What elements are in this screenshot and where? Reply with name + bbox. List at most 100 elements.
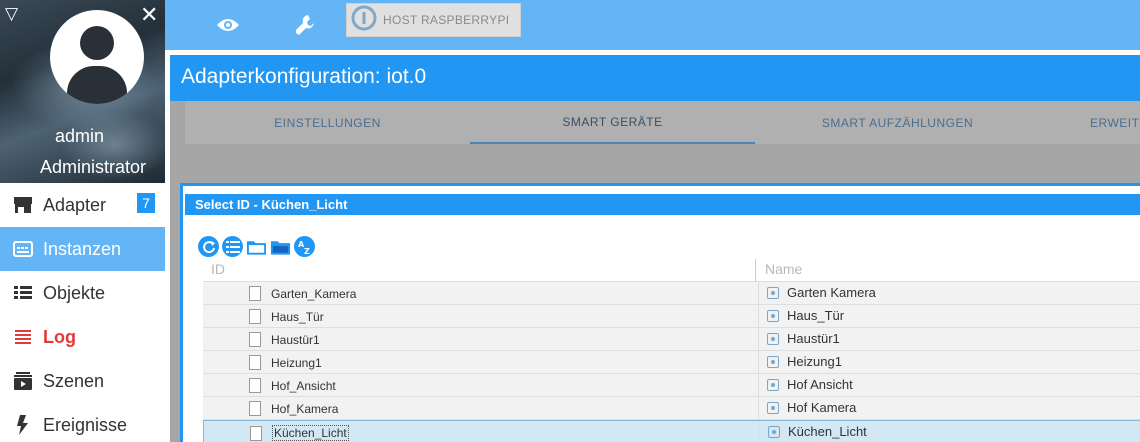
sidebar-item-label: Ereignisse: [43, 414, 128, 435]
file-icon: [249, 332, 261, 347]
row-divider: [758, 397, 759, 419]
svg-text:Z: Z: [304, 247, 310, 255]
file-icon: [249, 401, 261, 416]
row-name: Küchen_Licht: [788, 424, 867, 439]
lightning-icon: [12, 415, 34, 435]
list-icon: [12, 285, 34, 301]
row-name: Hof Kamera: [787, 400, 857, 415]
tab-smart-geraete[interactable]: SMART GERÄTE: [470, 101, 755, 144]
name-cell: Küchen_Licht: [768, 424, 867, 439]
file-icon: [249, 355, 261, 370]
sidebar-item-objekte[interactable]: Objekte: [0, 271, 165, 315]
row-name: Heizung1: [787, 354, 842, 369]
folder-icon[interactable]: [246, 236, 267, 257]
avatar-body: [67, 66, 127, 104]
state-icon: [767, 355, 779, 368]
file-icon: [249, 378, 261, 393]
top-bar: HOST RASPBERRYPI: [165, 0, 1140, 50]
sidebar-nav: Adapter 7 Instanzen Objekte Log Szenen E…: [0, 183, 165, 442]
grid-header: ID Name: [203, 259, 1140, 282]
host-button[interactable]: HOST RASPBERRYPI: [346, 3, 521, 37]
eye-icon[interactable]: [211, 8, 245, 42]
file-icon: [249, 309, 261, 324]
state-icon: [767, 309, 779, 322]
object-tree: Garten_Kamera Garten Kamera Haus_Tür Hau…: [203, 282, 1140, 442]
close-icon[interactable]: ✕: [140, 2, 158, 28]
sidebar-item-ereignisse[interactable]: Ereignisse: [0, 403, 165, 442]
row-name: Haus_Tür: [787, 308, 845, 323]
table-row[interactable]: Haustür1 Haustür1: [203, 328, 1140, 351]
avatar: [50, 10, 144, 104]
id-cell: Haus_Tür: [249, 309, 324, 324]
id-cell: Heizung1: [249, 355, 322, 370]
tab-bar: EINSTELLUNGEN SMART GERÄTE SMART AUFZÄHL…: [185, 101, 1140, 144]
id-cell: Hof_Ansicht: [249, 378, 336, 393]
row-divider: [758, 351, 759, 373]
state-icon: [767, 401, 779, 414]
table-row[interactable]: Haus_Tür Haus_Tür: [203, 305, 1140, 328]
list-view-icon[interactable]: [222, 236, 243, 257]
iobroker-logo-icon: [351, 5, 377, 36]
file-icon: [249, 286, 261, 301]
row-id: Haustür1: [271, 332, 320, 347]
menu-toggle-icon[interactable]: ▽: [5, 4, 18, 24]
row-id: Heizung1: [271, 355, 322, 370]
id-cell: Hof_Kamera: [249, 401, 339, 416]
sidebar-item-label: Adapter: [43, 194, 107, 215]
row-id: Garten_Kamera: [271, 286, 357, 301]
page-title: Adapterkonfiguration: iot.0: [181, 65, 427, 88]
page-title-bar: Adapterkonfiguration: iot.0: [170, 55, 1140, 101]
column-header-id[interactable]: ID: [211, 261, 225, 277]
sidebar-item-log[interactable]: Log: [0, 315, 165, 359]
tab-einstellungen[interactable]: EINSTELLUNGEN: [185, 101, 470, 144]
sidebar-item-label: Instanzen: [43, 238, 122, 259]
row-name: Haustür1: [787, 331, 840, 346]
state-icon: [767, 286, 779, 299]
state-icon: [767, 378, 779, 391]
sidebar-item-label: Objekte: [43, 282, 106, 303]
sidebar-item-adapter[interactable]: Adapter 7: [0, 183, 165, 227]
table-row-selected[interactable]: Küchen_Licht Küchen_Licht: [203, 420, 1140, 442]
folder-open-icon[interactable]: [270, 236, 291, 257]
id-cell: Küchen_Licht: [250, 425, 349, 441]
file-icon: [250, 425, 262, 441]
sidebar-item-szenen[interactable]: Szenen: [0, 359, 165, 403]
column-header-name[interactable]: Name: [765, 261, 802, 277]
sidebar-item-label: Szenen: [43, 370, 105, 391]
column-divider[interactable]: [755, 259, 756, 282]
table-row[interactable]: Hof_Ansicht Hof Ansicht: [203, 374, 1140, 397]
name-cell: Heizung1: [767, 354, 842, 369]
state-icon: [768, 425, 780, 438]
instances-icon: [12, 241, 34, 257]
sidebar-item-instanzen[interactable]: Instanzen: [0, 227, 165, 271]
host-label: HOST RASPBERRYPI: [383, 13, 510, 27]
tab-smart-aufzaehlungen[interactable]: SMART AUFZÄHLUNGEN: [755, 101, 1040, 144]
row-divider: [758, 328, 759, 350]
row-divider: [758, 374, 759, 396]
name-cell: Hof Kamera: [767, 400, 856, 415]
scenes-icon: [12, 372, 34, 390]
name-cell: Haus_Tür: [767, 308, 844, 323]
row-name: Garten Kamera: [787, 285, 876, 300]
row-id: Küchen_Licht: [272, 425, 349, 441]
table-row[interactable]: Hof_Kamera Hof Kamera: [203, 397, 1140, 420]
table-row[interactable]: Heizung1 Heizung1: [203, 351, 1140, 374]
name-cell: Garten Kamera: [767, 285, 876, 300]
refresh-icon[interactable]: [198, 236, 219, 257]
tab-erweitert[interactable]: ERWEITE: [1070, 101, 1140, 144]
row-id: Haus_Tür: [271, 309, 324, 324]
id-cell: Haustür1: [249, 332, 320, 347]
row-id: Hof_Kamera: [271, 401, 339, 416]
user-role: Administrator: [40, 157, 147, 177]
row-divider: [759, 421, 760, 442]
sort-az-icon[interactable]: AZ: [294, 236, 315, 257]
wrench-icon[interactable]: [289, 8, 323, 42]
dialog-title: Select ID - Küchen_Licht: [185, 194, 1140, 215]
log-icon: [12, 329, 34, 345]
table-row[interactable]: Garten_Kamera Garten Kamera: [203, 282, 1140, 305]
avatar-head: [80, 26, 114, 60]
state-icon: [767, 332, 779, 345]
row-name: Hof Ansicht: [787, 377, 853, 392]
user-name: admin: [55, 126, 105, 146]
row-id: Hof_Ansicht: [271, 378, 336, 393]
